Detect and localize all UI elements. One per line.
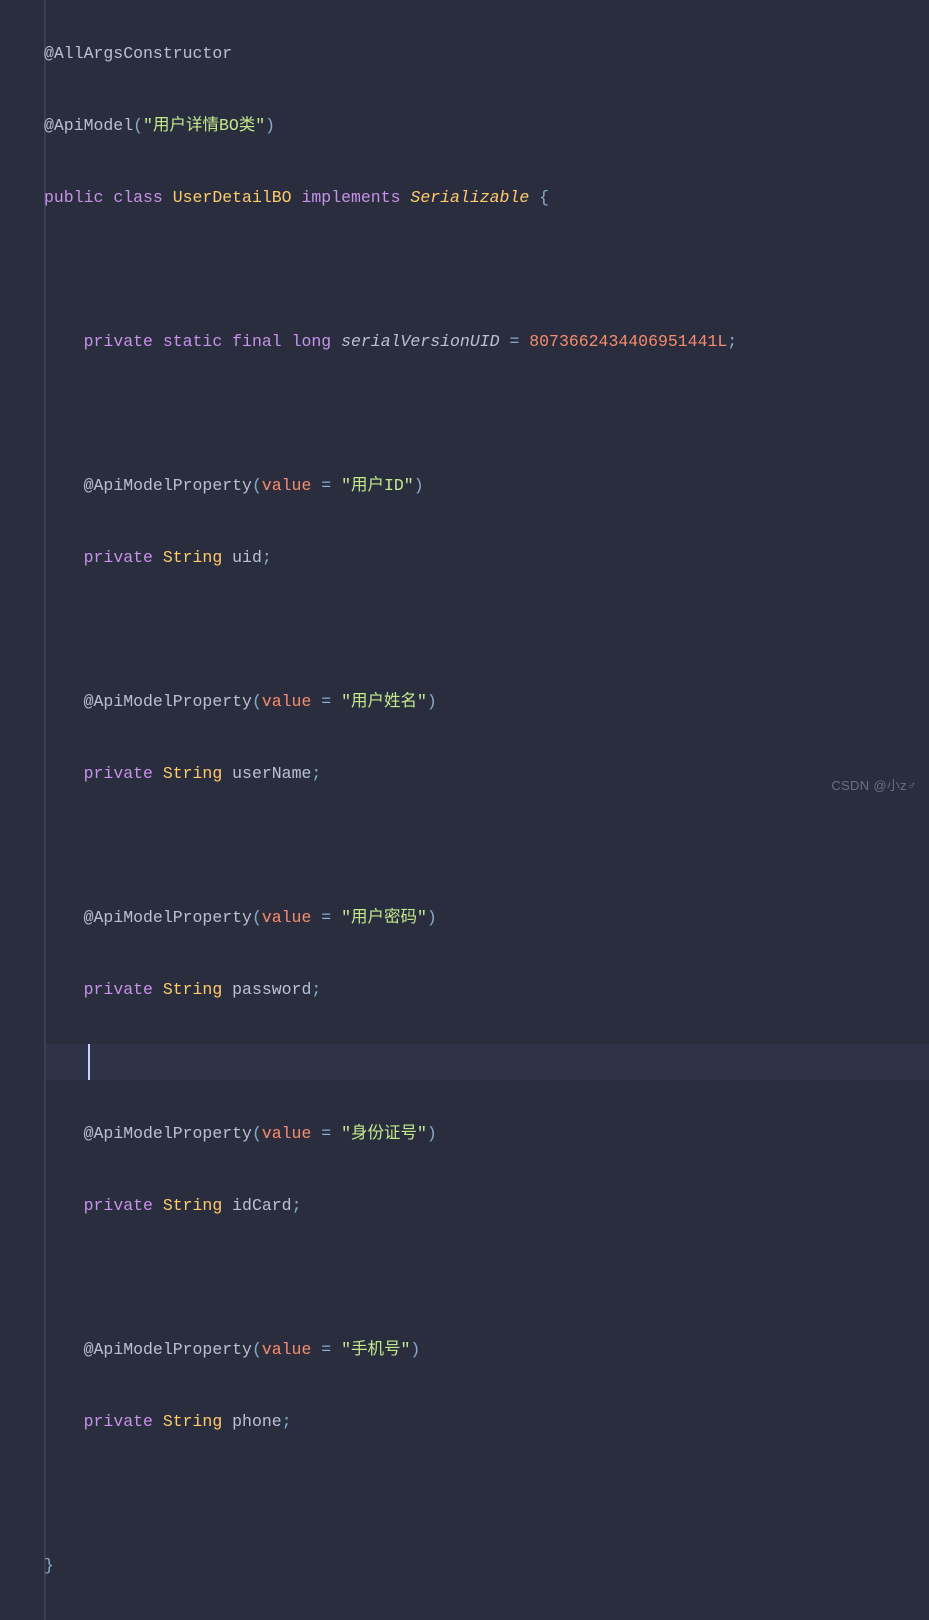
field-phone: phone	[232, 1412, 282, 1431]
type-string: String	[163, 1196, 222, 1215]
kw-static: static	[163, 332, 222, 351]
string-uid: 用户ID	[351, 476, 404, 495]
annotation-apiprop: @ApiModelProperty	[84, 1124, 252, 1143]
string-apimodel: 用户详情BO类	[153, 116, 255, 135]
watermark: CSDN @小z♂	[831, 768, 917, 804]
field-idcard: idCard	[232, 1196, 291, 1215]
type-string: String	[163, 548, 222, 567]
kw-private: private	[84, 980, 153, 999]
annotation-apiprop: @ApiModelProperty	[84, 908, 252, 927]
kw-private: private	[84, 332, 153, 351]
string-password: 用户密码	[351, 908, 417, 927]
param-value: value	[262, 1340, 312, 1359]
param-value: value	[262, 476, 312, 495]
kw-public: public	[44, 188, 103, 207]
kw-class: class	[113, 188, 163, 207]
string-phone: 手机号	[351, 1340, 401, 1359]
class-serializable: Serializable	[410, 188, 529, 207]
field-username: userName	[232, 764, 311, 783]
type-string: String	[163, 980, 222, 999]
type-string: String	[163, 1412, 222, 1431]
kw-implements: implements	[301, 188, 400, 207]
annotation-apiprop: @ApiModelProperty	[84, 476, 252, 495]
type-long: long	[292, 332, 332, 351]
param-value: value	[262, 1124, 312, 1143]
param-value: value	[262, 692, 312, 711]
class-name: UserDetailBO	[173, 188, 292, 207]
param-value: value	[262, 908, 312, 927]
kw-private: private	[84, 548, 153, 567]
annotation-apiprop: @ApiModelProperty	[84, 1340, 252, 1359]
code-block: @AllArgsConstructor @ApiModel("用户详情BO类")…	[0, 0, 929, 1620]
field-password: password	[232, 980, 311, 999]
kw-private: private	[84, 764, 153, 783]
type-string: String	[163, 764, 222, 783]
annotation-apiprop: @ApiModelProperty	[84, 692, 252, 711]
string-idcard: 身份证号	[351, 1124, 417, 1143]
kw-private: private	[84, 1196, 153, 1215]
string-username: 用户姓名	[351, 692, 417, 711]
editor-gutter-line	[44, 0, 46, 1620]
kw-private: private	[84, 1412, 153, 1431]
annotation-apimodel: @ApiModel	[44, 116, 133, 135]
kw-final: final	[232, 332, 282, 351]
field-svuid: serialVersionUID	[341, 332, 499, 351]
num-svuid: 8073662434406951441L	[529, 332, 727, 351]
field-uid: uid	[232, 548, 262, 567]
highlighted-line	[44, 1044, 929, 1080]
annotation-allargs: @AllArgsConstructor	[44, 44, 232, 63]
code-editor: @AllArgsConstructor @ApiModel("用户详情BO类")…	[0, 0, 929, 1620]
